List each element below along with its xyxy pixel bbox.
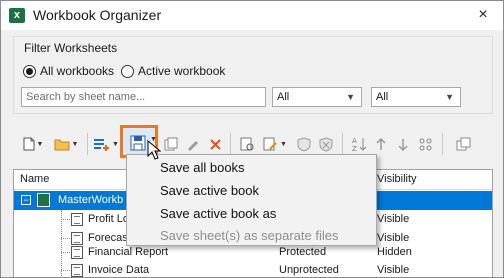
unprotect-button[interactable]: [316, 133, 336, 155]
svg-text:A: A: [352, 137, 357, 145]
save-icon: [130, 135, 146, 151]
close-icon[interactable]: ×: [473, 5, 493, 25]
radio-active-workbook[interactable]: [121, 65, 134, 78]
workbook-icon: [37, 193, 50, 207]
format-icon: [263, 137, 277, 150]
rename-icon: [188, 141, 198, 151]
filter-select-1[interactable]: All ▼: [272, 87, 362, 107]
toolbar-separator: [442, 133, 443, 155]
delete-button[interactable]: [205, 133, 225, 155]
insert-button[interactable]: ▼: [93, 133, 119, 155]
format-button[interactable]: ▼: [260, 133, 290, 155]
menu-item-save-active-book[interactable]: Save active book: [160, 183, 259, 198]
window-title: Workbook Organizer: [33, 7, 162, 23]
move-up-icon: [376, 137, 386, 150]
dropdown-arrow-icon: ▼: [112, 140, 119, 148]
workbook-organizer-window: X Workbook Organizer × Filter Worksheets…: [0, 0, 504, 278]
column-header-name[interactable]: Name: [20, 173, 49, 185]
move-down-button[interactable]: [393, 133, 413, 155]
radio-all-workbooks-label[interactable]: All workbooks: [40, 64, 114, 78]
dropdown-arrow-icon: ▼: [36, 140, 44, 148]
tree-row-visibility: Visible: [377, 213, 410, 225]
worksheet-icon: [71, 213, 83, 226]
toolbar-separator: [342, 133, 343, 155]
delete-icon: [209, 138, 221, 150]
sort-button[interactable]: AZ: [349, 133, 369, 155]
tree-line: [61, 252, 70, 253]
move-up-button[interactable]: [371, 133, 391, 155]
toolbar-separator: [87, 133, 88, 155]
radio-active-workbook-label[interactable]: Active workbook: [138, 64, 225, 78]
window-button[interactable]: [453, 133, 475, 155]
svg-text:Z: Z: [352, 145, 357, 152]
preview-button[interactable]: [237, 133, 257, 155]
toolbar-separator: [230, 133, 231, 155]
new-document-icon: [23, 137, 35, 151]
group-icon: [419, 138, 431, 150]
chevron-down-icon: ▼: [445, 92, 454, 102]
move-down-icon: [398, 138, 408, 151]
dropdown-arrow-icon: ▼: [71, 140, 79, 148]
new-document-button[interactable]: ▼: [19, 133, 47, 155]
column-header-visibility[interactable]: Visibility: [377, 173, 417, 185]
tree-row[interactable]: Invoice Data Unprotected Visible: [14, 261, 492, 277]
tree-line: [61, 270, 70, 271]
collapse-icon[interactable]: −: [21, 195, 31, 205]
sort-az-icon: AZ: [352, 137, 366, 152]
menu-item-save-active-book-as[interactable]: Save active book as: [160, 206, 276, 221]
menu-item-save-all-books[interactable]: Save all books: [160, 160, 245, 175]
tree-row-name: MasterWorkb: [58, 194, 124, 206]
filter-select-1-value: All: [277, 91, 290, 103]
filter-select-2-value: All: [376, 91, 389, 103]
open-folder-icon: [54, 139, 70, 150]
filter-worksheets-group: Filter Worksheets All workbooks Active w…: [13, 36, 493, 114]
tree-line: [61, 238, 70, 239]
tree-row-visibility: Visible: [377, 264, 410, 276]
chevron-down-icon: ▼: [346, 92, 355, 102]
tree-line: [61, 219, 70, 220]
worksheet-icon: [71, 246, 83, 259]
group-button[interactable]: [415, 133, 435, 155]
tree-row-name: Financial Report: [88, 246, 169, 258]
mouse-cursor-icon: [147, 140, 161, 160]
preview-icon: [240, 137, 253, 150]
window-icon: [456, 137, 471, 151]
tree-row-name: Invoice Data: [88, 264, 150, 276]
filter-select-2[interactable]: All ▼: [371, 87, 461, 107]
worksheet-icon: [71, 264, 83, 277]
menu-item-save-sheets-separately[interactable]: Save sheet(s) as separate files: [160, 228, 338, 243]
protect-icon: [297, 136, 311, 152]
tree-row-protection: Protected: [279, 246, 327, 258]
open-folder-button[interactable]: ▼: [51, 133, 81, 155]
tree-row-protection: Unprotected: [279, 264, 339, 276]
search-input[interactable]: [21, 87, 266, 107]
save-dropdown-menu: Save all books Save active book Save act…: [126, 154, 377, 246]
copy-button[interactable]: [161, 133, 181, 155]
unprotect-icon: [319, 136, 333, 152]
insert-icon: [94, 139, 110, 151]
excel-app-icon: X: [9, 8, 25, 23]
rename-button[interactable]: [183, 133, 203, 155]
protect-button[interactable]: [294, 133, 314, 155]
copy-icon: [164, 137, 178, 151]
tree-row-visibility: Hidden: [377, 246, 412, 258]
dropdown-arrow-icon: ▼: [280, 140, 287, 148]
title-bar: X Workbook Organizer ×: [1, 1, 503, 30]
filter-group-title: Filter Worksheets: [24, 41, 118, 55]
radio-all-workbooks[interactable]: [23, 65, 36, 78]
